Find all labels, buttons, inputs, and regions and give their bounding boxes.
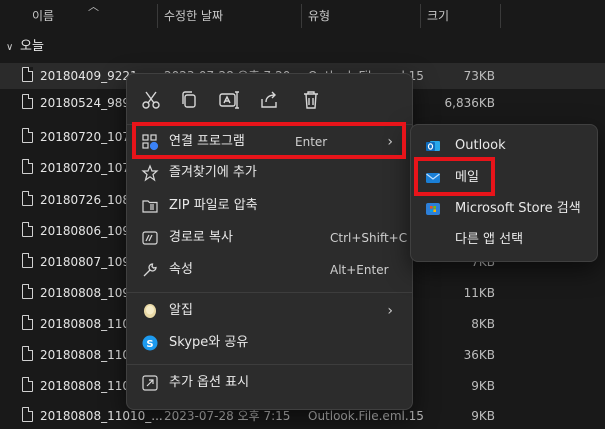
menu-item-copy-path[interactable]: 경로로 복사 Ctrl+Shift+C: [133, 223, 407, 253]
open-with-submenu: Outlook 메일 Microsoft Store 검색 다른 앱 선택: [410, 124, 598, 262]
open-with-icon: [141, 133, 159, 151]
file-name: 20180720_1071: [40, 130, 138, 144]
submenu-item-mail[interactable]: 메일: [417, 163, 591, 193]
file-size: 11KB: [463, 286, 495, 300]
file-name: 20180726_1081: [40, 193, 138, 207]
menu-item-add-favorites[interactable]: 즐겨찾기에 추가: [133, 158, 405, 188]
delete-icon[interactable]: [299, 88, 323, 112]
cut-icon[interactable]: [139, 88, 163, 112]
file-icon: [22, 284, 33, 299]
file-size: 8KB: [471, 317, 495, 331]
file-name: 20180808_1100: [40, 379, 138, 393]
submenu-item-choose-other-app[interactable]: 다른 앱 선택: [417, 225, 591, 255]
file-size: 36KB: [463, 348, 495, 362]
properties-icon: [141, 261, 159, 279]
copy-icon[interactable]: [177, 88, 201, 112]
file-size: 9KB: [471, 379, 495, 393]
menu-item-open-with[interactable]: 연결 프로그램 Enter ›: [133, 127, 405, 157]
sort-ascending-icon: ︿: [88, 0, 99, 13]
column-date[interactable]: 수정한 날짜: [158, 0, 302, 33]
file-name: 20180808_1100: [40, 317, 138, 331]
file-name: 20180807_1098: [40, 255, 138, 269]
store-icon: [425, 201, 441, 217]
file-icon: [22, 377, 33, 392]
file-icon: [22, 159, 33, 174]
file-icon: [22, 407, 33, 422]
file-size: 9KB: [471, 409, 495, 423]
file-icon: [22, 94, 33, 109]
share-icon[interactable]: [257, 88, 281, 112]
file-icon: [22, 222, 33, 237]
column-header: 이름 ︿ 수정한 날짜 유형 크기: [0, 0, 605, 33]
file-icon: [22, 253, 33, 268]
star-icon: [141, 164, 159, 182]
file-name: 20180409_9221: [40, 69, 138, 83]
column-size[interactable]: 크기: [421, 0, 501, 33]
mail-icon: [425, 170, 441, 186]
menu-item-skype-share[interactable]: S Skype와 공유: [133, 328, 405, 358]
file-name: 20180524_9890: [40, 96, 138, 110]
context-menu: 연결 프로그램 Enter › 즐겨찾기에 추가 ZIP 파일로 압축 경로로 …: [126, 73, 413, 410]
more-options-icon: [141, 374, 159, 392]
group-header-today[interactable]: ∨ 오늘: [6, 37, 44, 57]
svg-text:S: S: [146, 339, 153, 350]
file-name: 20180808_1100: [40, 348, 138, 362]
chevron-right-icon: ›: [387, 134, 393, 150]
outlook-icon: [425, 138, 441, 154]
file-name: 20180806_1097: [40, 224, 138, 238]
menu-item-properties[interactable]: 속성 Alt+Enter: [133, 255, 405, 285]
submenu-item-outlook[interactable]: Outlook: [417, 131, 591, 161]
file-icon: [22, 346, 33, 361]
file-icon: [22, 315, 33, 330]
chevron-down-icon: ∨: [6, 42, 14, 53]
chevron-right-icon: ›: [387, 303, 393, 319]
file-size: 73KB: [463, 69, 495, 83]
menu-item-more-options[interactable]: 추가 옵션 표시: [133, 368, 405, 398]
file-icon: [22, 128, 33, 143]
file-icon: [22, 191, 33, 206]
file-name: 20180808_1099: [40, 286, 138, 300]
copy-path-icon: [141, 229, 159, 247]
file-icon: [22, 67, 33, 82]
zip-icon: [141, 197, 159, 215]
menu-item-alzip[interactable]: 알집 ›: [133, 296, 405, 326]
alzip-icon: [141, 302, 159, 320]
rename-icon[interactable]: [217, 88, 241, 112]
skype-icon: S: [141, 334, 159, 352]
submenu-item-store-search[interactable]: Microsoft Store 검색: [417, 194, 591, 224]
column-type[interactable]: 유형: [302, 0, 420, 33]
file-name: 20180720_1071: [40, 161, 138, 175]
file-size: 6,836KB: [444, 96, 495, 110]
menu-item-zip[interactable]: ZIP 파일로 압축: [133, 191, 405, 221]
